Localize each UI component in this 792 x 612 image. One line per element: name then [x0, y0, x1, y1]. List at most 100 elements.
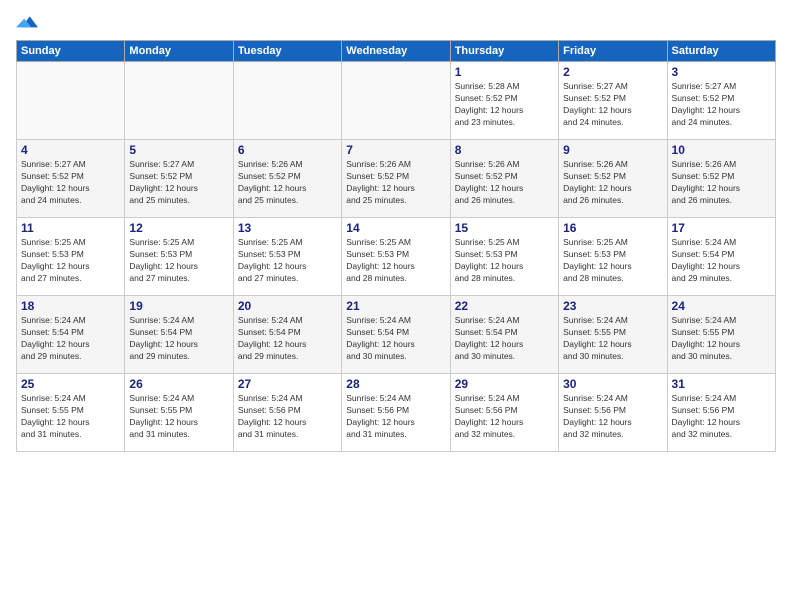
- calendar-cell: 22 Sunrise: 5:24 AM Sunset: 5:54 PM Dayli…: [450, 296, 558, 374]
- day-info: Sunrise: 5:27 AM Sunset: 5:52 PM Dayligh…: [563, 81, 662, 129]
- weekday-header-saturday: Saturday: [667, 41, 775, 62]
- logo: [16, 12, 40, 34]
- calendar-cell: 2Sunrise: 5:27 AM Sunset: 5:52 PM Daylig…: [559, 62, 667, 140]
- logo-icon: [16, 12, 38, 34]
- week-row-1: 4 Sunrise: 5:27 AM Sunset: 5:52 PM Daylig…: [17, 140, 776, 218]
- day-info: Sunrise: 5:25 AM Sunset: 5:53 PM Dayligh…: [346, 237, 445, 285]
- week-row-2: 11 Sunrise: 5:25 AM Sunset: 5:53 PM Dayli…: [17, 218, 776, 296]
- day-number: 17: [672, 221, 771, 235]
- calendar-cell: [17, 62, 125, 140]
- day-number: 16: [563, 221, 662, 235]
- day-info: Sunrise: 5:24 AM Sunset: 5:56 PM Dayligh…: [346, 393, 445, 441]
- weekday-header-monday: Monday: [125, 41, 233, 62]
- day-info: Sunrise: 5:24 AM Sunset: 5:56 PM Dayligh…: [672, 393, 771, 441]
- calendar-cell: [233, 62, 341, 140]
- header: [16, 12, 776, 34]
- calendar-cell: 8 Sunrise: 5:26 AM Sunset: 5:52 PM Daylig…: [450, 140, 558, 218]
- day-number: 1: [455, 65, 554, 79]
- day-info: Sunrise: 5:24 AM Sunset: 5:56 PM Dayligh…: [238, 393, 337, 441]
- calendar-cell: 11 Sunrise: 5:25 AM Sunset: 5:53 PM Dayli…: [17, 218, 125, 296]
- calendar-cell: 24 Sunrise: 5:24 AM Sunset: 5:55 PM Dayli…: [667, 296, 775, 374]
- day-number: 22: [455, 299, 554, 313]
- calendar-cell: 26 Sunrise: 5:24 AM Sunset: 5:55 PM Dayli…: [125, 374, 233, 452]
- calendar-cell: 13 Sunrise: 5:25 AM Sunset: 5:53 PM Dayli…: [233, 218, 341, 296]
- calendar-cell: 29Sunrise: 5:24 AM Sunset: 5:56 PM Dayli…: [450, 374, 558, 452]
- day-number: 31: [672, 377, 771, 391]
- day-number: 13: [238, 221, 337, 235]
- day-info: Sunrise: 5:24 AM Sunset: 5:54 PM Dayligh…: [21, 315, 120, 363]
- day-info: Sunrise: 5:24 AM Sunset: 5:56 PM Dayligh…: [563, 393, 662, 441]
- day-number: 20: [238, 299, 337, 313]
- day-number: 15: [455, 221, 554, 235]
- calendar-cell: 27 Sunrise: 5:24 AM Sunset: 5:56 PM Dayli…: [233, 374, 341, 452]
- day-info: Sunrise: 5:24 AM Sunset: 5:55 PM Dayligh…: [672, 315, 771, 363]
- calendar-cell: 14 Sunrise: 5:25 AM Sunset: 5:53 PM Dayli…: [342, 218, 450, 296]
- day-info: Sunrise: 5:27 AM Sunset: 5:52 PM Dayligh…: [672, 81, 771, 129]
- day-number: 5: [129, 143, 228, 157]
- day-info: Sunrise: 5:24 AM Sunset: 5:54 PM Dayligh…: [346, 315, 445, 363]
- day-number: 3: [672, 65, 771, 79]
- calendar-cell: [342, 62, 450, 140]
- calendar-cell: [125, 62, 233, 140]
- calendar-cell: 28 Sunrise: 5:24 AM Sunset: 5:56 PM Dayli…: [342, 374, 450, 452]
- day-number: 14: [346, 221, 445, 235]
- day-number: 24: [672, 299, 771, 313]
- calendar-cell: 30 Sunrise: 5:24 AM Sunset: 5:56 PM Dayli…: [559, 374, 667, 452]
- day-info: Sunrise: 5:25 AM Sunset: 5:53 PM Dayligh…: [129, 237, 228, 285]
- day-number: 11: [21, 221, 120, 235]
- calendar-cell: 21 Sunrise: 5:24 AM Sunset: 5:54 PM Dayli…: [342, 296, 450, 374]
- week-row-4: 25 Sunrise: 5:24 AM Sunset: 5:55 PM Dayli…: [17, 374, 776, 452]
- day-info: Sunrise: 5:27 AM Sunset: 5:52 PM Dayligh…: [21, 159, 120, 207]
- day-info: Sunrise: 5:24 AM Sunset: 5:54 PM Dayligh…: [238, 315, 337, 363]
- weekday-header-row: SundayMondayTuesdayWednesdayThursdayFrid…: [17, 41, 776, 62]
- day-info: Sunrise: 5:24 AM Sunset: 5:55 PM Dayligh…: [129, 393, 228, 441]
- day-number: 9: [563, 143, 662, 157]
- day-info: Sunrise: 5:26 AM Sunset: 5:52 PM Dayligh…: [455, 159, 554, 207]
- calendar-cell: 31 Sunrise: 5:24 AM Sunset: 5:56 PM Dayli…: [667, 374, 775, 452]
- calendar-cell: 19 Sunrise: 5:24 AM Sunset: 5:54 PM Dayli…: [125, 296, 233, 374]
- day-number: 27: [238, 377, 337, 391]
- day-info: Sunrise: 5:24 AM Sunset: 5:54 PM Dayligh…: [129, 315, 228, 363]
- day-number: 26: [129, 377, 228, 391]
- calendar-cell: 18 Sunrise: 5:24 AM Sunset: 5:54 PM Dayli…: [17, 296, 125, 374]
- day-info: Sunrise: 5:25 AM Sunset: 5:53 PM Dayligh…: [563, 237, 662, 285]
- day-info: Sunrise: 5:26 AM Sunset: 5:52 PM Dayligh…: [563, 159, 662, 207]
- day-info: Sunrise: 5:25 AM Sunset: 5:53 PM Dayligh…: [455, 237, 554, 285]
- week-row-0: 1 Sunrise: 5:28 AM Sunset: 5:52 PM Daylig…: [17, 62, 776, 140]
- day-info: Sunrise: 5:24 AM Sunset: 5:54 PM Dayligh…: [672, 237, 771, 285]
- calendar-cell: 5 Sunrise: 5:27 AM Sunset: 5:52 PM Daylig…: [125, 140, 233, 218]
- day-info: Sunrise: 5:26 AM Sunset: 5:52 PM Dayligh…: [346, 159, 445, 207]
- day-number: 25: [21, 377, 120, 391]
- day-info: Sunrise: 5:25 AM Sunset: 5:53 PM Dayligh…: [21, 237, 120, 285]
- calendar-cell: 20 Sunrise: 5:24 AM Sunset: 5:54 PM Dayli…: [233, 296, 341, 374]
- day-number: 4: [21, 143, 120, 157]
- calendar-cell: 15 Sunrise: 5:25 AM Sunset: 5:53 PM Dayli…: [450, 218, 558, 296]
- day-number: 19: [129, 299, 228, 313]
- day-info: Sunrise: 5:28 AM Sunset: 5:52 PM Dayligh…: [455, 81, 554, 129]
- calendar-cell: 9 Sunrise: 5:26 AM Sunset: 5:52 PM Daylig…: [559, 140, 667, 218]
- day-number: 10: [672, 143, 771, 157]
- weekday-header-tuesday: Tuesday: [233, 41, 341, 62]
- calendar-cell: 1 Sunrise: 5:28 AM Sunset: 5:52 PM Daylig…: [450, 62, 558, 140]
- day-info: Sunrise: 5:25 AM Sunset: 5:53 PM Dayligh…: [238, 237, 337, 285]
- day-number: 7: [346, 143, 445, 157]
- day-number: 21: [346, 299, 445, 313]
- day-number: 29: [455, 377, 554, 391]
- day-number: 6: [238, 143, 337, 157]
- calendar-table: SundayMondayTuesdayWednesdayThursdayFrid…: [16, 40, 776, 452]
- day-number: 28: [346, 377, 445, 391]
- day-number: 23: [563, 299, 662, 313]
- day-info: Sunrise: 5:24 AM Sunset: 5:55 PM Dayligh…: [21, 393, 120, 441]
- calendar-cell: 17 Sunrise: 5:24 AM Sunset: 5:54 PM Dayli…: [667, 218, 775, 296]
- day-number: 18: [21, 299, 120, 313]
- calendar-cell: 4 Sunrise: 5:27 AM Sunset: 5:52 PM Daylig…: [17, 140, 125, 218]
- day-number: 30: [563, 377, 662, 391]
- day-number: 8: [455, 143, 554, 157]
- weekday-header-wednesday: Wednesday: [342, 41, 450, 62]
- calendar-cell: 7 Sunrise: 5:26 AM Sunset: 5:52 PM Daylig…: [342, 140, 450, 218]
- day-info: Sunrise: 5:24 AM Sunset: 5:54 PM Dayligh…: [455, 315, 554, 363]
- weekday-header-sunday: Sunday: [17, 41, 125, 62]
- calendar-cell: 16 Sunrise: 5:25 AM Sunset: 5:53 PM Dayli…: [559, 218, 667, 296]
- calendar-cell: 25 Sunrise: 5:24 AM Sunset: 5:55 PM Dayli…: [17, 374, 125, 452]
- day-info: Sunrise: 5:27 AM Sunset: 5:52 PM Dayligh…: [129, 159, 228, 207]
